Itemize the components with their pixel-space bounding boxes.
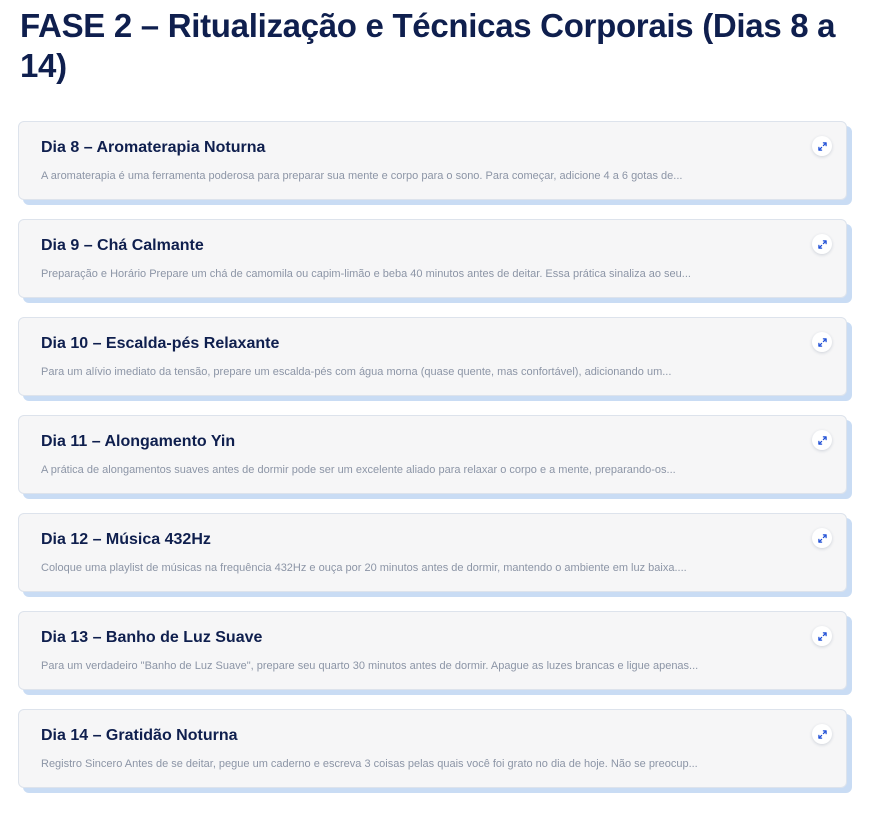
day-card-11[interactable]: Dia 11 – Alongamento Yin A prática de al…: [18, 415, 847, 494]
day-card-13[interactable]: Dia 13 – Banho de Luz Suave Para um verd…: [18, 611, 847, 690]
phase-page: FASE 2 – Ritualização e Técnicas Corpora…: [0, 0, 869, 819]
card-title: Dia 10 – Escalda-pés Relaxante: [41, 335, 280, 352]
expand-button[interactable]: [812, 724, 832, 744]
expand-button[interactable]: [812, 136, 832, 156]
expand-icon: [817, 729, 827, 739]
expand-button[interactable]: [812, 626, 832, 646]
expand-button[interactable]: [812, 430, 832, 450]
expand-button[interactable]: [812, 528, 832, 548]
day-card-9[interactable]: Dia 9 – Chá Calmante Preparação e Horári…: [18, 219, 847, 298]
expand-icon: [817, 631, 827, 641]
expand-icon: [817, 141, 827, 151]
card-title: Dia 13 – Banho de Luz Suave: [41, 629, 263, 646]
card-title: Dia 8 – Aromaterapia Noturna: [41, 139, 266, 156]
expand-button[interactable]: [812, 234, 832, 254]
card-title: Dia 9 – Chá Calmante: [41, 237, 204, 254]
expand-icon: [817, 337, 827, 347]
day-card-12[interactable]: Dia 12 – Música 432Hz Coloque uma playli…: [18, 513, 847, 592]
day-card-8[interactable]: Dia 8 – Aromaterapia Noturna A aromatera…: [18, 121, 847, 200]
day-card-14[interactable]: Dia 14 – Gratidão Noturna Registro Since…: [18, 709, 847, 788]
card-excerpt: A prática de alongamentos suaves antes d…: [41, 464, 676, 476]
card-title: Dia 14 – Gratidão Noturna: [41, 727, 238, 744]
page-title: FASE 2 – Ritualização e Técnicas Corpora…: [20, 7, 836, 84]
expand-icon: [817, 239, 827, 249]
card-excerpt: Para um verdadeiro "Banho de Luz Suave",…: [41, 660, 699, 672]
day-card-list: Dia 8 – Aromaterapia Noturna A aromatera…: [18, 121, 853, 807]
expand-icon: [817, 435, 827, 445]
card-excerpt: Coloque uma playlist de músicas na frequ…: [41, 562, 687, 574]
day-card-10[interactable]: Dia 10 – Escalda-pés Relaxante Para um a…: [18, 317, 847, 396]
card-excerpt: Para um alívio imediato da tensão, prepa…: [41, 366, 672, 378]
card-title: Dia 11 – Alongamento Yin: [41, 433, 236, 450]
card-excerpt: Preparação e Horário Prepare um chá de c…: [41, 268, 691, 280]
expand-icon: [817, 533, 827, 543]
expand-button[interactable]: [812, 332, 832, 352]
card-excerpt: A aromaterapia é uma ferramenta poderosa…: [41, 170, 683, 182]
card-excerpt: Registro Sincero Antes de se deitar, peg…: [41, 758, 698, 770]
card-title: Dia 12 – Música 432Hz: [41, 531, 211, 548]
